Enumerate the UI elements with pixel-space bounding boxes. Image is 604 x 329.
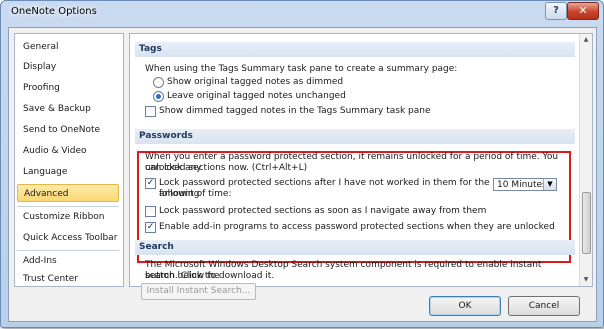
cancel-button[interactable]: Cancel: [508, 296, 580, 316]
content-scrollbar[interactable]: ▲ ▼: [579, 34, 592, 286]
ok-button[interactable]: OK: [429, 296, 501, 316]
advanced-options-pane[interactable]: Tags When using the Tags Summary task pa…: [129, 33, 593, 287]
lock-time-value: 10 Minutes: [497, 180, 547, 190]
sidebar-item-audio-video[interactable]: Audio & Video: [17, 142, 119, 160]
window-title: OneNote Options: [11, 6, 97, 17]
scroll-thumb[interactable]: [582, 192, 591, 254]
lock-after-label-line2: amount of time:: [159, 189, 232, 199]
sidebar-item-quick-access-toolbar[interactable]: Quick Access Toolbar: [17, 229, 119, 247]
show-dimmed-tagged-label: Show dimmed tagged notes in the Tags Sum…: [159, 106, 431, 116]
sidebar-item-add-ins[interactable]: Add-Ins: [17, 252, 119, 270]
chevron-down-icon[interactable]: ▼: [543, 179, 556, 190]
passwords-intro-line2: unlocked sections now. (Ctrl+Alt+L): [145, 163, 308, 173]
category-sidebar: General Display Proofing Save & Backup S…: [14, 33, 124, 287]
sidebar-divider: [17, 250, 119, 251]
sidebar-item-general[interactable]: General: [17, 38, 119, 56]
install-instant-search-button[interactable]: Install Instant Search...: [141, 283, 256, 300]
scroll-down-icon[interactable]: ▼: [583, 276, 589, 283]
sidebar-item-save-backup[interactable]: Save & Backup: [17, 100, 119, 118]
dialog-client: General Display Proofing Save & Backup S…: [8, 27, 597, 322]
sidebar-item-display[interactable]: Display: [17, 58, 119, 76]
title-bar[interactable]: OneNote Options ? ✕: [1, 1, 603, 23]
sidebar-item-advanced[interactable]: Advanced: [17, 184, 119, 202]
options-window: OneNote Options ? ✕ General Display Proo…: [0, 0, 604, 328]
leave-unchanged-radio[interactable]: [153, 91, 164, 102]
show-dimmed-label: Show original tagged notes as dimmed: [167, 77, 344, 87]
help-button[interactable]: ?: [545, 2, 567, 20]
sidebar-item-send-to-onenote[interactable]: Send to OneNote: [17, 121, 119, 139]
lock-after-checkbox[interactable]: ✓: [145, 178, 156, 189]
scroll-up-icon[interactable]: ▲: [583, 36, 589, 43]
leave-unchanged-label: Leave original tagged notes unchanged: [167, 91, 346, 101]
sidebar-item-customize-ribbon[interactable]: Customize Ribbon: [17, 208, 119, 226]
enable-addins-label: Enable add-in programs to access passwor…: [159, 222, 555, 232]
passwords-section-heading: Passwords: [135, 129, 575, 144]
tags-section-heading: Tags: [135, 42, 575, 57]
sidebar-item-language[interactable]: Language: [17, 163, 119, 181]
search-info-line2: button below to download it.: [145, 271, 275, 281]
sidebar-divider: [17, 206, 119, 207]
lock-time-dropdown[interactable]: 10 Minutes ▼: [493, 178, 557, 191]
tags-intro-text: When using the Tags Summary task pane to…: [145, 64, 458, 74]
lock-navigate-checkbox[interactable]: [145, 206, 156, 217]
sidebar-item-trust-center[interactable]: Trust Center: [17, 270, 119, 288]
search-section-heading: Search: [135, 240, 575, 255]
enable-addins-checkbox[interactable]: ✓: [145, 222, 156, 233]
close-button[interactable]: ✕: [567, 2, 599, 20]
show-dimmed-radio[interactable]: [153, 77, 164, 88]
lock-navigate-label: Lock password protected sections as soon…: [159, 206, 487, 216]
show-dimmed-tagged-checkbox[interactable]: [145, 106, 156, 117]
sidebar-item-proofing[interactable]: Proofing: [17, 79, 119, 97]
